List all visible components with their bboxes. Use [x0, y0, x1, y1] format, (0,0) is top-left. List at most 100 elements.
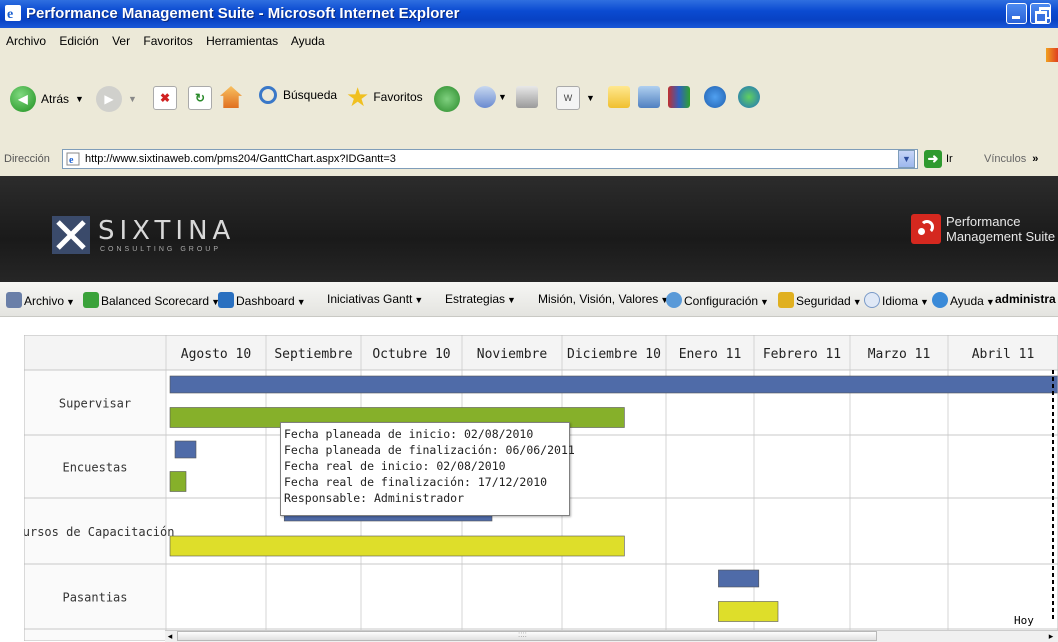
messenger-icon[interactable]: [704, 86, 726, 108]
gantt-month-label: Agosto 10: [181, 347, 251, 362]
appmenu-archivo[interactable]: Archivo ▼: [6, 292, 75, 308]
go-button[interactable]: Ir: [946, 153, 953, 165]
appmenu-idioma[interactable]: Idioma ▼: [864, 292, 929, 308]
gantt-month-label: Febrero 11: [763, 347, 841, 362]
gantt-month-label: Septiembre: [274, 347, 352, 362]
appmenu-dashboard[interactable]: Dashboard ▼: [218, 292, 306, 308]
home-icon[interactable]: [220, 86, 242, 108]
back-label: Atrás: [41, 92, 70, 106]
tooltip-line: Fecha planeada de finalización: 06/06/20…: [284, 443, 575, 457]
favorites-label: Favoritos: [373, 90, 423, 104]
scroll-grip: ::::: [518, 630, 527, 639]
search-button[interactable]: Búsqueda: [259, 86, 337, 104]
real-bar: [169, 471, 187, 492]
gantt-row-label: Supervisar: [59, 397, 131, 411]
window-title-bar: e Performance Management Suite - Microso…: [0, 0, 1058, 28]
books-icon[interactable]: [668, 86, 690, 108]
real-bar: [718, 601, 779, 622]
address-dropdown-icon[interactable]: ▼: [898, 150, 915, 168]
appmenu-iniciativas-gantt[interactable]: Iniciativas Gantt ▼: [327, 292, 423, 306]
address-input[interactable]: e http://www.sixtinaweb.com/pms204/Gantt…: [62, 149, 918, 169]
gantt-row-label: Cursos de Capacitación: [24, 525, 174, 539]
links-more-icon[interactable]: »: [1032, 153, 1038, 165]
app-menu: Archivo ▼ Balanced Scorecard ▼ Dashboard ▼ …: [0, 282, 1058, 317]
search-label: Búsqueda: [283, 88, 338, 102]
scroll-thumb[interactable]: ::::: [177, 630, 877, 641]
forward-button[interactable]: ▶ ▼: [96, 86, 137, 112]
address-bar: Dirección e http://www.sixtinaweb.com/pm…: [0, 144, 1058, 177]
folder-icon[interactable]: [608, 86, 630, 108]
back-arrow-icon: ◀: [10, 86, 36, 112]
search-icon: [259, 86, 277, 104]
pms-logo-icon: [911, 214, 941, 244]
refresh-icon[interactable]: ↻: [188, 86, 212, 110]
planned-bar: [718, 569, 760, 588]
history-icon[interactable]: [434, 86, 460, 112]
product-name: Performance Management Suite: [946, 214, 1055, 244]
back-dropdown-icon[interactable]: ▼: [75, 94, 84, 104]
forward-arrow-icon: ▶: [96, 86, 122, 112]
gantt-month-label: Marzo 11: [868, 347, 931, 362]
appmenu-configuracion[interactable]: Configuración ▼: [666, 292, 769, 308]
appmenu-seguridad[interactable]: Seguridad ▼: [778, 292, 862, 308]
minimize-button[interactable]: [1006, 3, 1027, 24]
product-line1: Performance: [946, 214, 1021, 229]
gantt-row-label: Encuestas: [62, 461, 127, 475]
brand-name: SIXTINA: [98, 216, 236, 246]
today-label: Hoy: [1014, 614, 1034, 627]
gantt-month-label: Abril 11: [972, 347, 1035, 362]
scroll-right-icon[interactable]: ▸: [1046, 631, 1056, 641]
menu-bar: Archivo Edición Ver Favoritos Herramient…: [0, 28, 1058, 75]
restore-button[interactable]: [1030, 3, 1051, 24]
mail-icon[interactable]: [474, 86, 496, 108]
users-icon[interactable]: [738, 86, 760, 108]
dashboard-icon: [218, 292, 234, 308]
menu-archivo[interactable]: Archivo: [6, 34, 46, 48]
menu-ver[interactable]: Ver: [112, 34, 130, 48]
address-label: Dirección: [4, 153, 50, 165]
links-button[interactable]: Vínculos »: [984, 153, 1038, 165]
research-icon[interactable]: [638, 86, 660, 108]
forward-dropdown-icon[interactable]: ▼: [128, 94, 137, 104]
favorites-button[interactable]: ★ Favoritos: [346, 82, 423, 112]
back-button[interactable]: ◀ Atrás ▼: [10, 86, 84, 112]
print-icon[interactable]: [516, 86, 538, 108]
star-icon: ★: [346, 82, 370, 112]
planned-bar: [169, 375, 1058, 394]
gantt-tooltip: Fecha planeada de inicio: 02/08/2010 Fec…: [280, 422, 575, 516]
appmenu-ayuda[interactable]: Ayuda ▼: [932, 292, 995, 308]
planned-bar: [174, 440, 197, 459]
links-label: Vínculos: [984, 153, 1027, 165]
menu-edicion[interactable]: Edición: [59, 34, 98, 48]
help-icon: [932, 292, 948, 308]
svg-text:e: e: [69, 155, 74, 166]
edit-icon[interactable]: W: [556, 86, 580, 110]
scroll-left-icon[interactable]: ◂: [165, 631, 175, 641]
gantt-row-label: Pasantias: [62, 591, 127, 605]
tooltip-line: Fecha planeada de inicio: 02/08/2010: [284, 427, 534, 441]
save-icon: [6, 292, 22, 308]
gantt-month-label: Octubre 10: [372, 347, 450, 362]
lock-icon: [778, 292, 794, 308]
ie-icon: e: [5, 5, 21, 22]
svg-text:e: e: [7, 7, 13, 22]
current-user[interactable]: administra: [995, 292, 1056, 306]
appmenu-mision-vision[interactable]: Misión, Visión, Valores ▼: [538, 292, 669, 306]
menu-favoritos[interactable]: Favoritos: [143, 34, 192, 48]
appmenu-estrategias[interactable]: Estrategias ▼: [445, 292, 516, 306]
globe-icon: [864, 292, 880, 308]
windows-logo-icon: [1046, 48, 1058, 62]
gantt-month-label: Diciembre 10: [567, 347, 661, 362]
real-bar: [169, 535, 625, 557]
stop-icon[interactable]: ✖: [153, 86, 177, 110]
tooltip-line: Responsable: Administrador: [284, 491, 465, 505]
browser-toolbar: ◀ Atrás ▼ ▶ ▼ ✖ ↻ Búsqueda ★ Favoritos ▼…: [0, 74, 1058, 145]
gantt-month-label: Enero 11: [679, 347, 742, 362]
menu-herramientas[interactable]: Herramientas: [206, 34, 278, 48]
menu-ayuda[interactable]: Ayuda: [291, 34, 325, 48]
sixtina-logo-icon: [52, 216, 90, 254]
go-arrow-icon[interactable]: ➜: [924, 150, 942, 168]
horizontal-scrollbar[interactable]: ◂ :::: ▸: [165, 630, 1058, 642]
appmenu-balanced-scorecard[interactable]: Balanced Scorecard ▼: [83, 292, 220, 308]
product-line2: Management Suite: [946, 229, 1056, 244]
